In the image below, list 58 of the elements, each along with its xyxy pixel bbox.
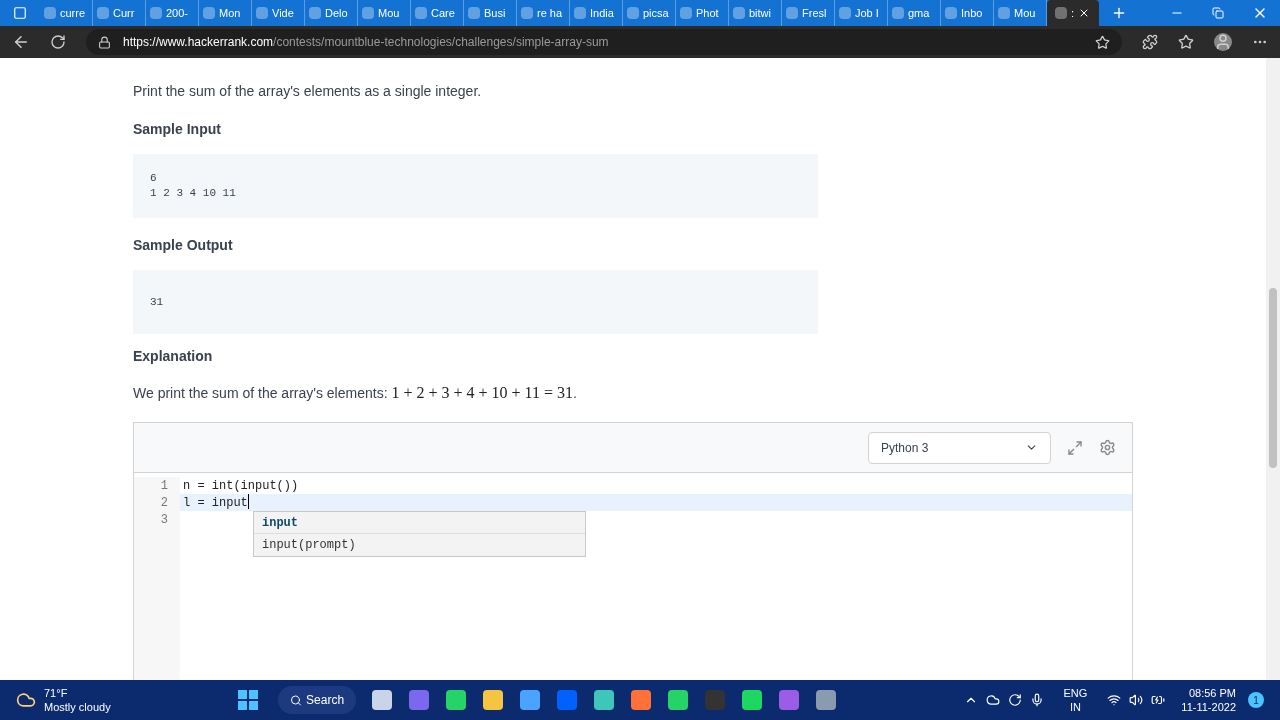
clock-date[interactable]: 11-11-2022 <box>1181 700 1236 714</box>
line-number: 2 <box>134 494 180 511</box>
explanation-text: We print the sum of the array's elements: 1 + 2 + 3 + 4 + 10 + 11 = 31. <box>133 383 578 403</box>
taskbar-app-icon[interactable] <box>631 690 652 710</box>
taskbar-app-icon[interactable] <box>446 690 467 710</box>
taskbar-app-icon[interactable] <box>483 690 504 710</box>
section-heading: Explanation <box>133 347 214 366</box>
browser-tab[interactable]: : <box>1047 0 1099 26</box>
cloud-icon[interactable] <box>985 693 1000 707</box>
section-heading: Sample Output <box>133 236 234 255</box>
taskbar-app-icon[interactable] <box>668 690 689 710</box>
back-icon[interactable] <box>12 33 30 51</box>
taskbar-app-icon[interactable] <box>742 690 763 710</box>
fullscreen-icon[interactable] <box>1067 439 1083 456</box>
weather-text: Mostly cloudy <box>44 700 111 714</box>
taskbar-app-icon[interactable] <box>372 690 393 710</box>
volume-icon[interactable] <box>1129 693 1144 707</box>
lock-icon <box>98 35 111 49</box>
scrollbar-thumb[interactable] <box>1269 288 1277 468</box>
notification-badge[interactable]: 1 <box>1248 692 1264 708</box>
start-icon[interactable] <box>238 690 259 710</box>
output-text: Print the sum of the array's elements as a single integer. <box>133 82 483 101</box>
text-cursor <box>247 494 249 509</box>
weather-icon <box>16 690 36 710</box>
taskbar-app-icon[interactable] <box>520 690 541 710</box>
section-heading: Sample Input <box>133 120 222 139</box>
clock-time[interactable]: 08:56 PM <box>1181 686 1236 700</box>
battery-icon[interactable] <box>1151 693 1166 707</box>
search-icon <box>290 693 303 707</box>
wifi-icon[interactable] <box>1107 693 1122 707</box>
language-code[interactable]: ENG <box>1063 686 1088 700</box>
settings-icon[interactable] <box>1099 439 1116 456</box>
restore-icon[interactable] <box>1212 7 1224 19</box>
code-line: l = input <box>182 495 248 511</box>
address-bar[interactable]: https://www.hackerrank.com/contests/mountblue-technologies/challenges/simple-array-sum <box>86 29 1122 55</box>
refresh-icon[interactable] <box>50 34 66 50</box>
search-button[interactable]: Search <box>278 686 357 714</box>
temperature: 71°F <box>44 686 69 700</box>
favorite-icon[interactable] <box>1095 34 1110 50</box>
tab-actions-icon[interactable] <box>13 6 27 20</box>
suggestion-item[interactable]: input(prompt) <box>254 534 585 556</box>
code-sample: 6 1 2 3 4 10 11 <box>133 154 818 218</box>
profile-icon[interactable] <box>1214 33 1232 51</box>
favorites-icon[interactable] <box>1178 34 1194 50</box>
region-code[interactable]: IN <box>1063 700 1088 714</box>
taskbar-app-icon[interactable] <box>816 690 837 710</box>
suggestion-item[interactable]: input <box>254 512 585 534</box>
new-tab-icon[interactable] <box>1111 5 1127 21</box>
line-number: 1 <box>134 477 180 494</box>
line-number: 3 <box>134 511 180 528</box>
sync-icon[interactable] <box>1007 693 1022 707</box>
language-select[interactable]: Python 3 <box>868 431 1051 464</box>
mic-icon[interactable] <box>1029 693 1044 707</box>
taskbar-app-icon[interactable] <box>594 690 615 710</box>
code-line: n = int(input()) <box>182 478 299 494</box>
code-sample: 31 <box>133 270 818 334</box>
extensions-icon[interactable] <box>1142 34 1158 50</box>
url-text: https://www.hackerrank.com/contests/mountblue-technologies/challenges/simple-array-sum <box>123 34 609 51</box>
